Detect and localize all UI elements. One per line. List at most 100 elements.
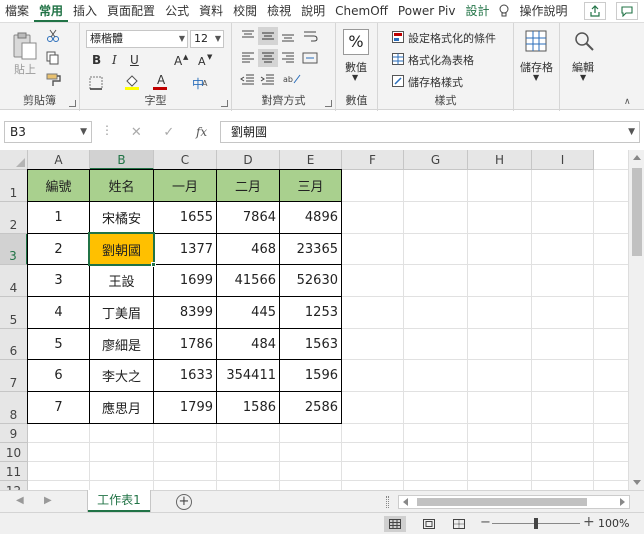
zoom-out-button[interactable]: − <box>480 515 491 530</box>
align-right-icon[interactable] <box>280 51 296 68</box>
italic-button[interactable]: I <box>112 53 117 67</box>
orientation-icon[interactable]: ab <box>282 71 304 90</box>
clipboard-launcher-icon[interactable] <box>69 100 76 107</box>
table-cell[interactable]: 1786 <box>154 329 216 359</box>
row-header[interactable]: 10 <box>0 443 28 462</box>
format-as-table-icon[interactable] <box>392 53 404 68</box>
font-launcher-icon[interactable] <box>221 100 228 107</box>
scroll-left-icon[interactable] <box>403 498 408 506</box>
table-cell[interactable]: 2586 <box>280 392 341 423</box>
add-sheet-button[interactable]: + <box>176 494 192 510</box>
table-cell[interactable]: 1699 <box>154 265 216 296</box>
ribbon-tab[interactable]: ChemOff <box>330 0 393 22</box>
paste-icon[interactable] <box>12 31 38 64</box>
row-header[interactable]: 11 <box>0 462 28 481</box>
table-cell[interactable]: 1633 <box>154 360 216 391</box>
horizontal-scrollbar[interactable] <box>398 495 630 509</box>
page-break-view-icon[interactable] <box>448 516 470 532</box>
ribbon-tab[interactable]: 檔案 <box>0 0 34 22</box>
next-sheet-icon[interactable]: ▶ <box>44 495 52 506</box>
table-cell[interactable]: 7864 <box>217 202 279 233</box>
table-cell[interactable]: 1596 <box>280 360 341 391</box>
cut-icon[interactable] <box>46 29 60 46</box>
alignment-launcher-icon[interactable] <box>325 100 332 107</box>
ribbon-tab[interactable]: 公式 <box>160 0 194 22</box>
middle-align-icon[interactable] <box>258 27 278 45</box>
column-header[interactable]: C <box>154 150 217 170</box>
ribbon-tab[interactable]: 設計 <box>460 0 494 22</box>
cells-icon[interactable] <box>524 29 548 56</box>
row-header[interactable]: 4 <box>0 265 28 297</box>
table-cell[interactable]: 1799 <box>154 392 216 423</box>
table-cell[interactable]: 李大之 <box>90 360 153 391</box>
sheet-tab-active[interactable]: 工作表1 <box>88 490 150 512</box>
table-header-cell[interactable]: 一月 <box>154 170 216 201</box>
page-layout-view-icon[interactable] <box>418 516 440 532</box>
scroll-up-icon[interactable] <box>633 155 641 160</box>
table-cell[interactable]: 丁美眉 <box>90 297 153 328</box>
magnifier-icon[interactable] <box>572 29 596 56</box>
column-header[interactable]: G <box>404 150 468 170</box>
underline-button[interactable]: U <box>130 53 139 67</box>
comments-button[interactable] <box>616 2 638 20</box>
prev-sheet-icon[interactable]: ◀ <box>16 495 24 506</box>
paste-label[interactable]: 貼上 <box>14 61 36 77</box>
normal-view-icon[interactable] <box>384 516 406 532</box>
table-header-cell[interactable]: 編號 <box>28 170 89 201</box>
ribbon-tab[interactable]: 頁面配置 <box>102 0 160 22</box>
scroll-down-icon[interactable] <box>633 480 641 485</box>
table-cell[interactable]: 354411 <box>217 360 279 391</box>
table-cell[interactable]: 41566 <box>217 265 279 296</box>
bold-button[interactable]: B <box>92 53 101 67</box>
horizontal-scroll-thumb[interactable] <box>417 498 587 506</box>
table-cell[interactable]: 23365 <box>280 234 341 264</box>
table-cell[interactable]: 宋橘安 <box>90 202 153 233</box>
font-size-select[interactable]: 12 ▼ <box>190 30 224 48</box>
ribbon-tab[interactable]: Power Piv <box>393 0 461 22</box>
ribbon-tab[interactable]: 常用 <box>34 0 69 22</box>
table-cell[interactable]: 1253 <box>280 297 341 328</box>
column-header[interactable]: H <box>468 150 532 170</box>
fill-color-icon[interactable] <box>124 73 142 94</box>
format-painter-icon[interactable] <box>46 73 62 90</box>
fill-handle[interactable] <box>151 262 156 267</box>
table-cell[interactable]: 52630 <box>280 265 341 296</box>
column-header[interactable]: I <box>532 150 594 170</box>
table-cell[interactable]: 應思月 <box>90 392 153 423</box>
tell-me-search[interactable]: 操作說明 <box>514 0 572 22</box>
row-header[interactable]: 8 <box>0 392 28 424</box>
shrink-font-icon[interactable]: A ▼ <box>198 53 216 70</box>
grow-font-icon[interactable]: A ▲ <box>174 53 192 70</box>
table-cell[interactable]: 4 <box>28 297 89 328</box>
table-cell[interactable]: 484 <box>217 329 279 359</box>
row-header[interactable]: 7 <box>0 360 28 392</box>
ribbon-tab[interactable]: 資料 <box>194 0 228 22</box>
bottom-align-icon[interactable] <box>280 29 296 46</box>
table-cell[interactable]: 劉朝國 <box>90 234 153 264</box>
column-header[interactable]: D <box>217 150 280 170</box>
table-cell[interactable]: 廖細是 <box>90 329 153 359</box>
increase-indent-icon[interactable] <box>260 73 276 90</box>
column-header[interactable]: B <box>90 150 154 170</box>
row-header[interactable]: 12 <box>0 481 28 490</box>
table-cell[interactable]: 3 <box>28 265 89 296</box>
table-cell[interactable]: 1563 <box>280 329 341 359</box>
row-header[interactable]: 1 <box>0 170 28 202</box>
share-button[interactable] <box>584 2 606 20</box>
zoom-in-button[interactable]: + <box>583 514 595 530</box>
zoom-level[interactable]: 100% <box>598 517 629 530</box>
number-format-icon[interactable]: % <box>343 29 369 55</box>
ribbon-tab[interactable]: 檢視 <box>262 0 296 22</box>
table-cell[interactable]: 6 <box>28 360 89 391</box>
table-cell[interactable]: 468 <box>217 234 279 264</box>
format-as-table-button[interactable]: 格式化為表格 <box>408 52 474 68</box>
top-align-icon[interactable] <box>240 29 256 46</box>
row-header[interactable]: 9 <box>0 424 28 443</box>
table-header-cell[interactable]: 二月 <box>217 170 279 201</box>
table-cell[interactable]: 445 <box>217 297 279 328</box>
tab-split-handle[interactable] <box>386 496 389 508</box>
collapse-ribbon-icon[interactable]: ∧ <box>624 97 631 107</box>
align-center-icon[interactable] <box>258 49 278 67</box>
conditional-format-icon[interactable] <box>392 31 404 46</box>
row-header[interactable]: 6 <box>0 329 28 360</box>
